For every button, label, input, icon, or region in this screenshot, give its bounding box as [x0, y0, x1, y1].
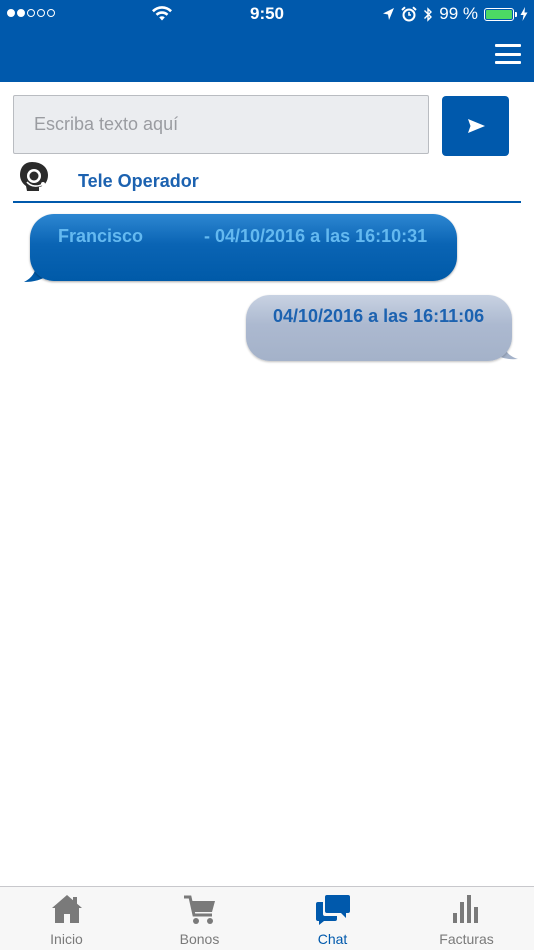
charging-bolt-icon: [520, 7, 528, 21]
headset-operator-icon: [20, 162, 48, 191]
tab-label: Inicio: [50, 931, 83, 947]
location-arrow-icon: [383, 8, 395, 20]
bar-chart-icon: [452, 895, 478, 923]
shopping-cart-icon: [183, 895, 215, 924]
tab-label: Chat: [317, 931, 348, 947]
message-sender: Francisco: [58, 226, 144, 246]
message-timestamp: - 04/10/2016 a las 16:10:31: [204, 226, 428, 246]
tab-chat[interactable]: Chat: [266, 887, 399, 950]
tab-label: Facturas: [439, 931, 494, 947]
battery-percentage: 99 %: [439, 4, 478, 23]
status-right-group: 99 %: [382, 4, 528, 24]
chat-screen: 9:50 99 % Escriba texto aquí Tele Operad…: [0, 0, 534, 950]
outgoing-message-bubble[interactable]: 04/10/2016 a las 16:11:06: [246, 295, 512, 361]
operator-name: Tele Operador: [78, 171, 199, 191]
tab-bar: Inicio Bonos Chat Facturas: [0, 886, 534, 950]
alarm-clock-icon: [401, 6, 417, 22]
send-button[interactable]: [442, 96, 509, 156]
battery-icon: [484, 7, 517, 21]
app-header: 9:50 99 %: [0, 0, 534, 82]
status-bar: 9:50 99 %: [0, 0, 534, 28]
chat-bubbles-icon: [315, 895, 350, 925]
bluetooth-icon: [424, 6, 433, 22]
home-icon: [51, 895, 82, 923]
send-arrow-icon: [468, 119, 485, 133]
tab-bonos[interactable]: Bonos: [133, 887, 266, 950]
message-input[interactable]: [13, 95, 429, 154]
hamburger-menu-icon[interactable]: [495, 44, 521, 64]
tab-label: Bonos: [179, 931, 220, 947]
incoming-message-bubble[interactable]: Francisco - 04/10/2016 a las 16:10:31: [30, 214, 457, 281]
operator-header: Tele Operador: [13, 160, 521, 203]
tab-facturas[interactable]: Facturas: [400, 887, 533, 950]
message-timestamp: 04/10/2016 a las 16:11:06: [273, 306, 485, 326]
tab-inicio[interactable]: Inicio: [0, 887, 133, 950]
